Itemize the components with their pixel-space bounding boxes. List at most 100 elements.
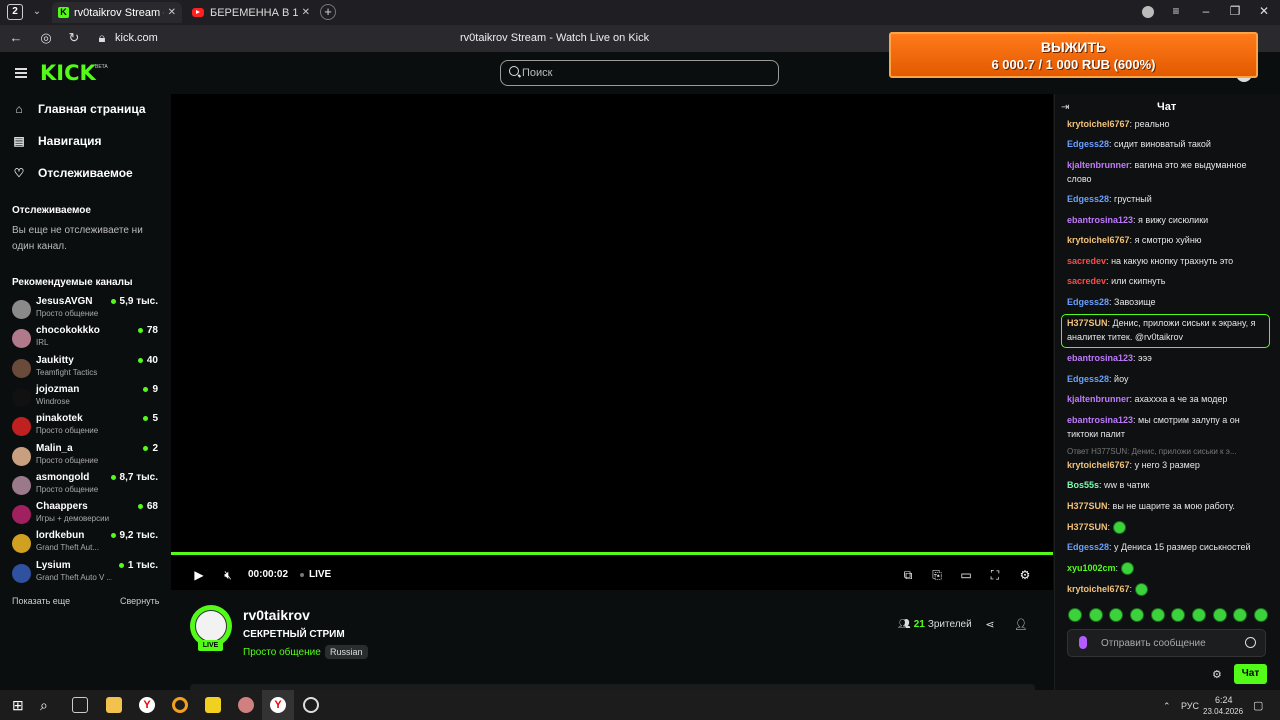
collapse-link[interactable]: Свернуть <box>120 596 159 606</box>
file-explorer-icon[interactable] <box>106 697 122 713</box>
recommended-channel-item[interactable]: chocokokkko IRL 78 <box>12 325 160 354</box>
kick-logo[interactable]: KICK <box>40 61 96 85</box>
chat-message[interactable]: krytoichel6767: я смотрю хуйню <box>1067 233 1267 247</box>
streamer-name[interactable]: rv0taikrov <box>243 607 310 623</box>
reply-context[interactable]: Ответ H377SUN: Денис, приложи сиськи к э… <box>1067 447 1267 456</box>
chat-message[interactable]: krytoichel6767: реально <box>1067 117 1267 131</box>
tab-count-button[interactable]: 2 <box>7 4 23 20</box>
chat-username[interactable]: H377SUN <box>1067 318 1108 328</box>
chat-username[interactable]: Edgess28 <box>1067 139 1109 149</box>
browser-tab-kick[interactable]: K rv0taikrov Stream - Wat ✕ <box>52 2 182 23</box>
windows-start-icon[interactable]: ⊞ <box>12 697 28 713</box>
recommended-channel-item[interactable]: asmongold Просто общение 8,7 тыс. <box>12 472 160 501</box>
share-icon[interactable]: ⋖ <box>983 618 997 632</box>
hamburger-menu-icon[interactable] <box>15 68 27 78</box>
stream-language-tag[interactable]: Russian <box>325 645 368 659</box>
chat-message[interactable]: H377SUN: <box>1067 520 1267 535</box>
browser-tab-youtube[interactable]: БЕРЕМЕННА В 16 | ВЫПУ ✕ <box>186 2 316 23</box>
chat-message[interactable]: Edgess28: у Дениса 15 размер сиськностей <box>1067 540 1267 554</box>
recommended-channel-item[interactable]: Lysium Grand Theft Auto V ... 1 тыс. <box>12 560 160 589</box>
yandex-browser-active-icon[interactable]: Y <box>270 697 286 713</box>
back-arrow-icon[interactable]: ← <box>8 30 24 46</box>
chat-message[interactable]: sacredev: на какую кнопку трахнуть это <box>1067 254 1267 268</box>
app-icon[interactable] <box>238 697 254 713</box>
chat-username[interactable]: krytoichel6767 <box>1067 235 1130 245</box>
yandex-protect-icon[interactable]: ◎ <box>38 30 54 46</box>
emote-icon[interactable] <box>1109 608 1124 622</box>
chat-message[interactable]: xyu1002cm: <box>1067 561 1267 576</box>
emote-icon[interactable] <box>1233 608 1248 622</box>
chat-message[interactable]: sacredev: или скипнуть <box>1067 274 1267 288</box>
recommended-channel-item[interactable]: Jaukitty Teamfight Tactics 40 <box>12 355 160 384</box>
chat-message[interactable]: Bos55s: ww в чатик <box>1067 478 1267 492</box>
emote-icon[interactable] <box>1068 608 1082 622</box>
chat-message[interactable]: ebantrosina123: мы смотрим залупу а он т… <box>1067 413 1267 441</box>
recommended-channel-item[interactable]: jojozman Windrose 9 <box>12 384 160 413</box>
live-indicator[interactable]: LIVE <box>309 569 331 580</box>
chat-username[interactable]: ebantrosina123 <box>1067 215 1133 225</box>
chat-message[interactable]: krytoichel6767: у него 3 размер <box>1067 458 1267 472</box>
chat-message[interactable]: kjaltenbrunner: ахаххха а че за модер <box>1067 392 1267 406</box>
chat-username[interactable]: kjaltenbrunner <box>1067 160 1130 170</box>
menu-icon[interactable]: ≡ <box>1168 4 1184 20</box>
chat-message[interactable]: H377SUN: вы не шарите за мою работу. <box>1067 499 1267 513</box>
chat-message[interactable]: ebantrosina123: эээ <box>1067 351 1267 365</box>
emote-icon[interactable] <box>1253 608 1268 622</box>
emote-icon[interactable] <box>1129 608 1144 622</box>
recommended-channel-item[interactable]: pinakotek Просто общение 5 <box>12 413 160 442</box>
chat-username[interactable]: sacredev <box>1067 276 1106 286</box>
chat-message[interactable]: Edgess28: грустный <box>1067 192 1267 206</box>
chat-message[interactable]: kjaltenbrunner: вагина это же выдуманное… <box>1067 158 1267 186</box>
recommended-channel-item[interactable]: Malin_a Просто общение 2 <box>12 443 160 472</box>
obs-icon[interactable] <box>303 697 319 713</box>
emote-icon[interactable] <box>1191 608 1206 622</box>
play-icon[interactable]: ▶ <box>192 568 206 582</box>
task-view-icon[interactable] <box>72 697 88 713</box>
tab-list-chevron-icon[interactable]: ⌄ <box>30 3 44 21</box>
chat-message[interactable]: Edgess28: сидит виноватый такой <box>1067 137 1267 151</box>
clock-time[interactable]: 6:24 <box>1215 695 1233 705</box>
close-window-icon[interactable]: ✕ <box>1256 4 1272 20</box>
reload-icon[interactable]: ↻ <box>66 30 82 46</box>
chat-username[interactable]: xyu1002cm <box>1067 563 1116 573</box>
emote-icon[interactable] <box>1088 608 1103 622</box>
tab-close-icon[interactable]: ✕ <box>168 7 176 18</box>
follow-user-icon[interactable]: 👤︎ <box>1014 618 1028 632</box>
chat-username[interactable]: krytoichel6767 <box>1067 584 1130 594</box>
recommended-channel-item[interactable]: JesusAVGN Просто общение 5,9 тыс. <box>12 296 160 325</box>
app-icon[interactable] <box>172 697 188 713</box>
url-field[interactable]: kick.com <box>115 32 158 44</box>
chat-message[interactable]: Edgess28: йоу <box>1067 372 1267 386</box>
clock-date[interactable]: 23.04.2026 <box>1203 707 1243 716</box>
chat-username[interactable]: Edgess28 <box>1067 297 1109 307</box>
emote-icon[interactable] <box>1212 608 1227 622</box>
sidebar-item-home[interactable]: ⌂ Главная страница <box>12 99 145 119</box>
chat-username[interactable]: H377SUN <box>1067 501 1108 511</box>
chat-username[interactable]: Edgess28 <box>1067 194 1109 204</box>
settings-gear-icon[interactable]: ⚙ <box>1018 568 1032 582</box>
chat-username[interactable]: H377SUN <box>1067 522 1108 532</box>
chat-username[interactable]: ebantrosina123 <box>1067 415 1133 425</box>
chat-username[interactable]: Edgess28 <box>1067 542 1109 552</box>
collapse-chat-icon[interactable]: ⇥ <box>1061 102 1073 113</box>
chat-username[interactable]: ebantrosina123 <box>1067 353 1133 363</box>
muted-volume-icon[interactable]: 🔇︎ <box>221 568 235 582</box>
yandex-browser-icon[interactable]: Y <box>139 697 155 713</box>
clip-icon[interactable]: ⎘ <box>930 568 944 582</box>
chat-message[interactable]: krytoichel6767: <box>1067 582 1267 597</box>
chat-username[interactable]: sacredev <box>1067 256 1106 266</box>
chat-username[interactable]: krytoichel6767 <box>1067 119 1130 129</box>
lock-icon[interactable]: 🔒︎ <box>94 30 110 46</box>
tray-chevron-icon[interactable]: ⌃ <box>1163 701 1171 712</box>
keyboard-language[interactable]: РУС <box>1181 701 1199 711</box>
chat-settings-gear-icon[interactable]: ⚙ <box>1212 668 1224 681</box>
sidebar-item-browse[interactable]: ▤ Навигация <box>12 131 101 151</box>
theater-mode-icon[interactable]: ▭ <box>959 568 973 582</box>
notifications-icon[interactable]: ▢ <box>1253 699 1263 712</box>
search-icon[interactable]: ⌕ <box>40 697 56 713</box>
chat-username[interactable]: Bos55s <box>1067 480 1099 490</box>
show-more-link[interactable]: Показать еще <box>12 596 70 606</box>
pip-icon[interactable]: ⧉ <box>901 568 915 582</box>
chat-username[interactable]: krytoichel6767 <box>1067 460 1130 470</box>
recommended-channel-item[interactable]: lordkebun Grand Theft Aut... 9,2 тыс. <box>12 530 160 559</box>
